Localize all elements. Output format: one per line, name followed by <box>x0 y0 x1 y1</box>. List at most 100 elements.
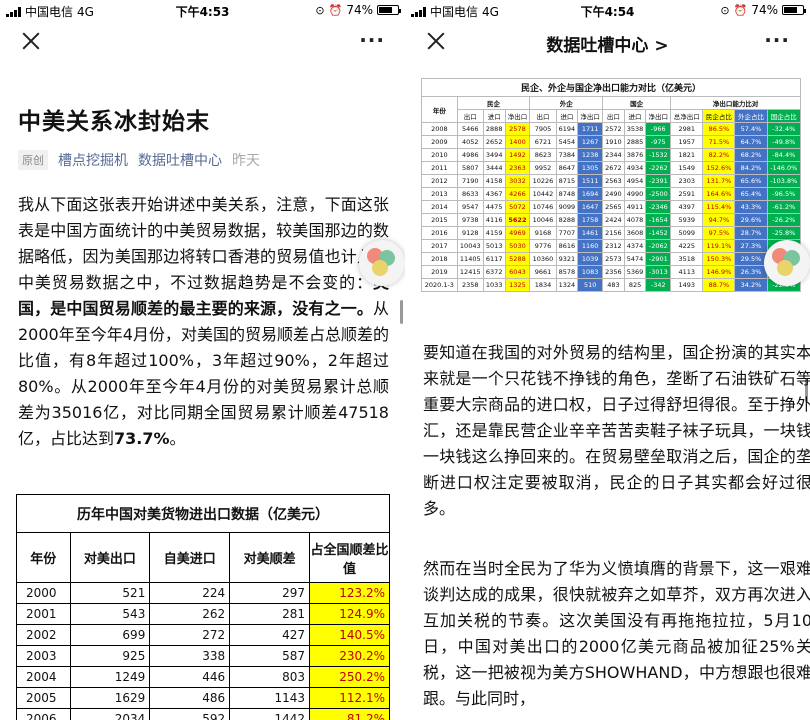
table-cell: 6721 <box>529 135 557 149</box>
table-cell: 4990 <box>623 187 647 201</box>
table-cell: 2652 <box>482 135 506 149</box>
table-row: 2000 521 224 297 123.2% <box>16 582 390 604</box>
us-trade-table: 历年中国对美货物进出口数据（亿美元） 年份 对美出口 自美进口 对美顺差 占全国… <box>16 494 390 720</box>
table-row: 2005 1629 486 1143 112.1% <box>16 687 390 709</box>
table-cell: 57.4% <box>734 122 768 136</box>
col-subheader: 国企占比 <box>766 109 802 123</box>
table-cell: 1238 <box>577 148 604 162</box>
table-cell: 1821 <box>670 148 704 162</box>
table-cell: 8616 <box>555 239 579 253</box>
table-cell: 2156 <box>602 226 625 240</box>
table-cell: 10043 <box>456 239 484 253</box>
col-subheader: 净出口 <box>504 109 531 123</box>
floating-window-button[interactable] <box>764 240 810 286</box>
table-cell: 88.7% <box>702 278 736 292</box>
table-cell: 4986 <box>456 148 484 162</box>
account-link[interactable]: 数据吐槽中心 <box>138 150 222 170</box>
author-link[interactable]: 槽点挖掘机 <box>58 150 128 170</box>
table-cell: 4225 <box>670 239 704 253</box>
table-cell: 2591 <box>670 187 704 201</box>
table-cell: 4116 <box>482 213 506 227</box>
col-header: 占全国顺差比值 <box>309 532 390 583</box>
alarm-icon: ⏰ <box>328 3 343 17</box>
table-cell: 4078 <box>623 213 647 227</box>
col-subheader: 外企占比 <box>734 109 768 123</box>
table-cell: 6372 <box>482 265 506 279</box>
table-cell: -3013 <box>645 265 672 279</box>
col-subheader: 民企占比 <box>702 109 736 123</box>
scrollbar-thumb[interactable] <box>400 300 403 324</box>
status-bar: 中国电信 4G 下午4:53 ⊙ ⏰ 74% <box>0 0 405 20</box>
article-paragraph: 要知道在我国的对外贸易的结构里，国企扮演的其实本来就是一个只花钱不挣钱的角色，垄… <box>423 343 810 518</box>
table-cell: 27.3% <box>734 239 768 253</box>
table-cell: -32.4% <box>766 122 802 136</box>
table-cell: 5939 <box>670 213 704 227</box>
table-cell: 2358 <box>456 278 484 292</box>
col-header: 自美进口 <box>149 532 231 583</box>
table-cell: 112.1% <box>309 687 390 709</box>
table-cell: 2363 <box>504 161 531 175</box>
table-cell: 272 <box>149 624 231 646</box>
table-cell: 250.2% <box>309 666 390 688</box>
table-cell: 10226 <box>529 174 557 188</box>
col-subheader: 出口 <box>602 109 625 123</box>
table-cell: 699 <box>69 624 151 646</box>
table-cell: 29.5% <box>734 252 768 266</box>
table-cell: 281 <box>229 603 310 625</box>
more-icon[interactable]: ··· <box>764 28 790 52</box>
table-cell: 7905 <box>529 122 557 136</box>
table-cell: 2424 <box>602 213 625 227</box>
table-cell: 65.6% <box>734 174 768 188</box>
table-row: 2003 925 338 587 230.2% <box>16 645 390 667</box>
article-paragraph: 我从下面这张表开始讲述中美关系，注意，下面这张表是中国方面统计的中美贸易数据，较… <box>18 192 389 452</box>
table-row: 2013 8633 4367 4266 10442 8748 1694 2490 4990 -25… <box>421 187 802 201</box>
table-cell: 10360 <box>529 252 557 266</box>
year-cell: 2004 <box>16 666 71 688</box>
table-cell: -1452 <box>645 226 672 240</box>
year-cell: 2001 <box>16 603 71 625</box>
table-cell: -84.4% <box>766 148 802 162</box>
table-row: 2017 10043 5013 5030 9776 8616 1160 2312 4374 -20… <box>421 239 802 253</box>
floating-window-button[interactable] <box>359 240 405 286</box>
table-cell: 5807 <box>456 161 484 175</box>
table-cell: 7707 <box>555 226 579 240</box>
table-cell: 1249 <box>69 666 151 688</box>
col-header: 对美顺差 <box>229 532 310 583</box>
para-text: 。 <box>169 429 186 448</box>
col-header: 民企 <box>456 96 531 110</box>
year-cell: 2015 <box>421 213 458 227</box>
table-cell: 84.2% <box>734 161 768 175</box>
table-cell: 12415 <box>456 265 484 279</box>
table-cell: 9952 <box>529 161 557 175</box>
table-cell: 521 <box>69 582 151 604</box>
table-cell: 82.2% <box>702 148 736 162</box>
table-cell: 8288 <box>555 213 579 227</box>
table-cell: 4159 <box>482 226 506 240</box>
table-cell: 1549 <box>670 161 704 175</box>
table-cell: 152.6% <box>702 161 736 175</box>
table-cell: 8578 <box>555 265 579 279</box>
table-cell: 2573 <box>602 252 625 266</box>
table-cell: 4969 <box>504 226 531 240</box>
table-cell: 9321 <box>555 252 579 266</box>
left-phone-screen: 中国电信 4G 下午4:53 ⊙ ⏰ 74% ··· 中美关系冰封始末 原创 槽… <box>0 0 405 720</box>
table-cell: 2563 <box>602 174 625 188</box>
para-text: 从2000年至今年4月份，对美国的贸易顺差占总顺差的比值，有8年超过100%，3… <box>18 299 389 448</box>
table-cell: 4934 <box>623 161 647 175</box>
table-cell: 1647 <box>577 200 604 214</box>
year-cell: 2016 <box>421 226 458 240</box>
article-title: 中美关系冰封始末 <box>18 109 210 135</box>
close-icon[interactable] <box>20 30 42 52</box>
table-cell: 6117 <box>482 252 506 266</box>
year-cell: 2013 <box>421 187 458 201</box>
table-cell: 825 <box>623 278 647 292</box>
table-sub-header-row: 出口 进口 净出口 出口 进口 净出口 出口 进口 净出口 总净出口 民企占比 外企占比 国企占比 <box>422 109 802 123</box>
status-bar: 中国电信 4G 下午4:54 ⊙ ⏰ 74% <box>405 0 810 20</box>
nav-title-account[interactable]: 数据吐槽中心 > <box>405 31 810 56</box>
table-cell: 123.2% <box>309 582 390 604</box>
table-cell: 5099 <box>670 226 704 240</box>
table-cell: 4954 <box>623 174 647 188</box>
table-cell: 119.1% <box>702 239 736 253</box>
article-paragraph: 然而在当时全民为了华为义愤填膺的背景下，这一艰难谈判达成的成果，很快就被弃之如草… <box>423 559 810 708</box>
more-icon[interactable]: ··· <box>359 28 385 52</box>
